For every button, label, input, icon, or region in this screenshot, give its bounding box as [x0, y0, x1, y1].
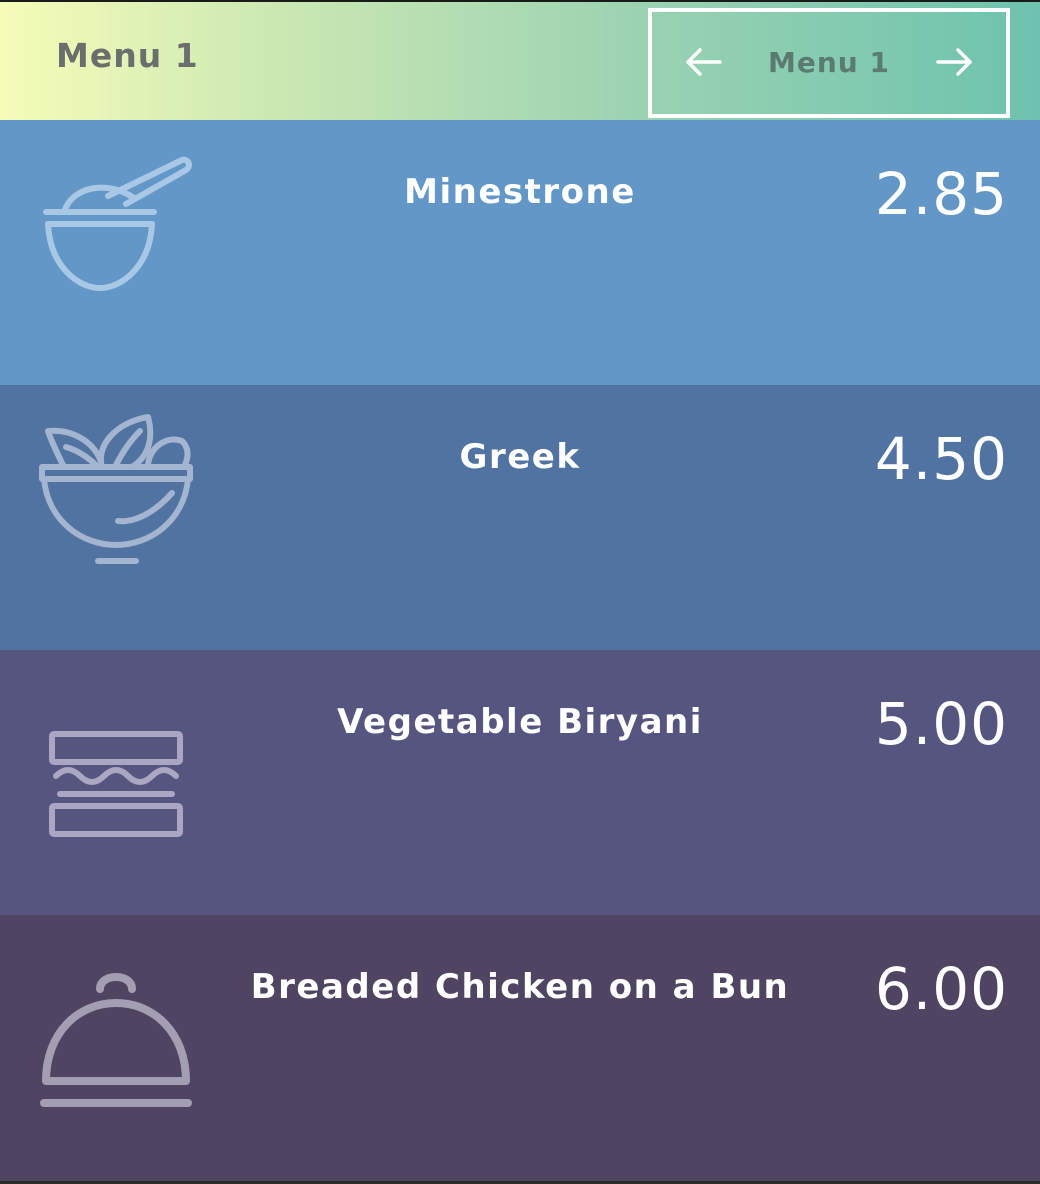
sandwich-icon	[36, 678, 200, 842]
item-name: Minestrone	[404, 172, 636, 212]
menu-item-greek[interactable]: Greek 4.50	[0, 385, 1040, 650]
item-price: 6.00	[874, 955, 1008, 1023]
salad-bowl-icon	[36, 413, 200, 577]
menu-board: Menu 1 Menu 1 Minestrone 2.85 Greek 4.50…	[0, 0, 1040, 1184]
cloche-icon	[36, 943, 200, 1107]
header-bar: Menu 1 Menu 1	[0, 0, 1040, 120]
item-price: 2.85	[874, 160, 1008, 228]
item-name: Vegetable Biryani	[337, 702, 703, 742]
page-title: Menu 1	[56, 36, 199, 75]
soup-bowl-icon	[36, 148, 200, 312]
item-name: Greek	[459, 437, 581, 477]
arrow-right-icon[interactable]	[932, 40, 976, 84]
menu-item-minestrone[interactable]: Minestrone 2.85	[0, 120, 1040, 385]
menu-items-list: Minestrone 2.85 Greek 4.50 Vegetable Bir…	[0, 120, 1040, 1181]
item-price: 5.00	[874, 690, 1008, 758]
menu-switcher[interactable]: Menu 1	[648, 8, 1010, 118]
item-price: 4.50	[874, 425, 1008, 493]
item-name: Breaded Chicken on a Bun	[250, 967, 790, 1007]
menu-item-vegetable-biryani[interactable]: Vegetable Biryani 5.00	[0, 650, 1040, 915]
menu-item-breaded-chicken-on-a-bun[interactable]: Breaded Chicken on a Bun 6.00	[0, 915, 1040, 1181]
